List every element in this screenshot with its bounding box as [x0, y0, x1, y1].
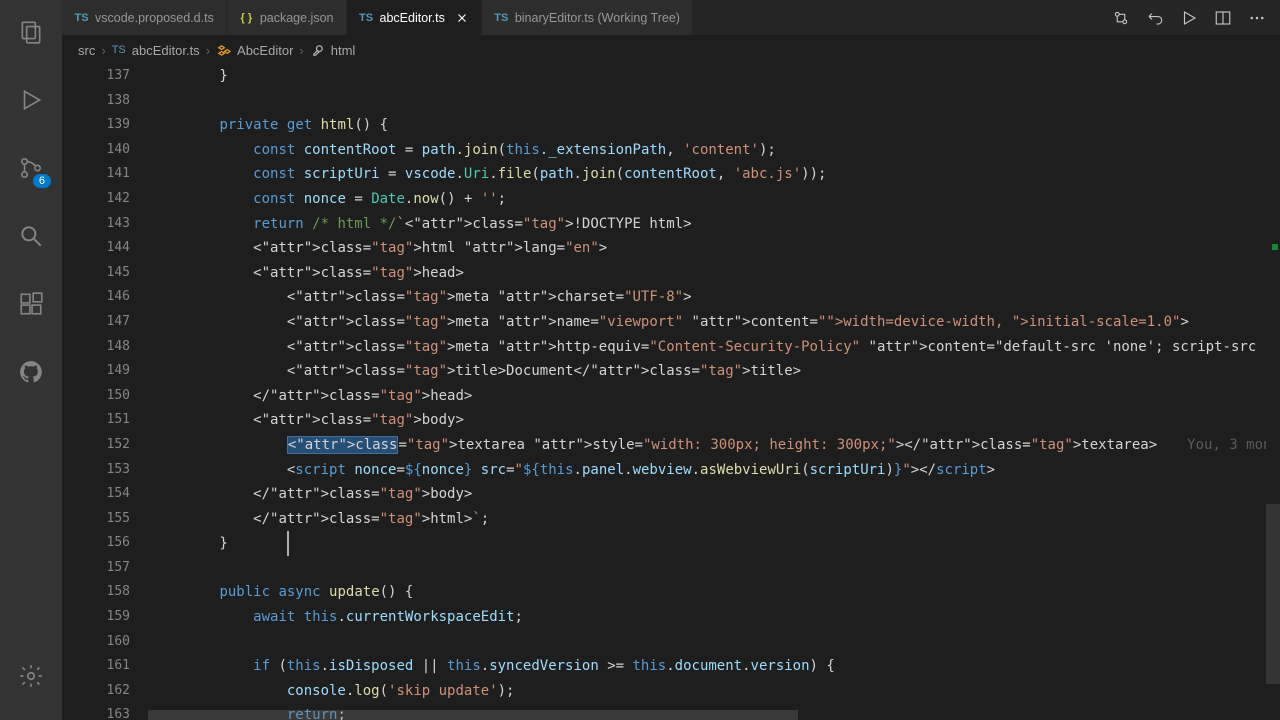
ts-file-icon: TS [112, 44, 126, 56]
minimap-scroll-thumb[interactable] [1266, 504, 1280, 684]
chevron-right-icon: › [206, 43, 210, 58]
tab-abc-editor[interactable]: TS abcEditor.ts [347, 0, 482, 35]
run-icon[interactable] [1180, 9, 1198, 27]
horizontal-scrollbar[interactable] [148, 710, 798, 720]
tab-actions [1098, 0, 1280, 35]
breadcrumb-file[interactable]: abcEditor.ts [132, 43, 200, 58]
source-control-icon[interactable]: 6 [7, 144, 55, 192]
tabs-bar: TS vscode.proposed.d.ts { } package.json… [62, 0, 1280, 36]
more-actions-icon[interactable] [1248, 9, 1266, 27]
tab-label: vscode.proposed.d.ts [95, 11, 214, 25]
go-back-icon[interactable] [1146, 9, 1164, 27]
close-icon[interactable] [455, 11, 469, 25]
chevron-right-icon: › [101, 43, 105, 58]
scm-badge: 6 [33, 174, 51, 188]
breadcrumb-folder[interactable]: src [78, 43, 95, 58]
run-debug-icon[interactable] [7, 76, 55, 124]
minimap[interactable] [1266, 64, 1280, 720]
explorer-icon[interactable] [7, 8, 55, 56]
search-icon[interactable] [7, 212, 55, 260]
split-editor-icon[interactable] [1214, 9, 1232, 27]
compare-changes-icon[interactable] [1112, 9, 1130, 27]
tab-binary-editor[interactable]: TS binaryEditor.ts (Working Tree) [482, 0, 693, 35]
glyph-margin [62, 64, 78, 720]
chevron-right-icon: › [299, 43, 303, 58]
breadcrumb-member[interactable]: html [331, 43, 356, 58]
tab-vscode-proposed[interactable]: TS vscode.proposed.d.ts [62, 0, 227, 35]
tab-label: package.json [260, 11, 334, 25]
line-numbers: 1371381391401411421431441451461471481491… [78, 64, 148, 720]
overview-ruler-mark [1272, 244, 1278, 250]
ts-file-icon: TS [494, 10, 509, 25]
json-file-icon: { } [239, 10, 254, 25]
ts-file-icon: TS [359, 10, 374, 25]
activity-bar: 6 [0, 0, 62, 720]
code-content[interactable]: } private get html() { const contentRoot… [148, 64, 1280, 720]
github-icon[interactable] [7, 348, 55, 396]
tab-label: binaryEditor.ts (Working Tree) [515, 11, 680, 25]
editor-main: TS vscode.proposed.d.ts { } package.json… [62, 0, 1280, 720]
breadcrumbs[interactable]: src › TS abcEditor.ts › AbcEditor › html [62, 36, 1280, 64]
tab-package-json[interactable]: { } package.json [227, 0, 347, 35]
ts-file-icon: TS [74, 10, 89, 25]
class-symbol-icon [216, 43, 231, 58]
extensions-icon[interactable] [7, 280, 55, 328]
editor-area[interactable]: 1371381391401411421431441451461471481491… [62, 64, 1280, 720]
breadcrumb-class[interactable]: AbcEditor [237, 43, 293, 58]
settings-gear-icon[interactable] [7, 652, 55, 700]
tab-label: abcEditor.ts [380, 11, 445, 25]
property-symbol-icon [310, 43, 325, 58]
